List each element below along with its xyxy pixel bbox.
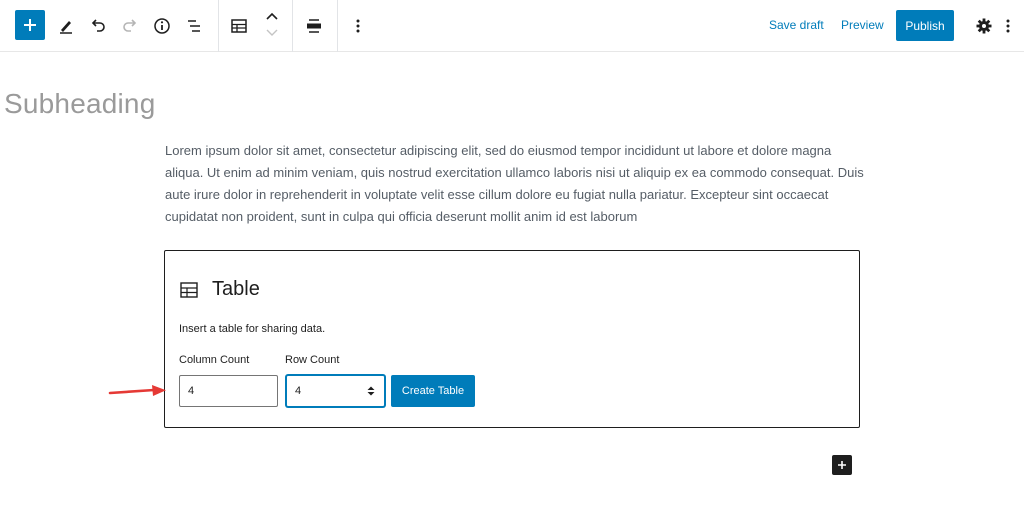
plus-icon bbox=[24, 19, 36, 31]
list-view-button[interactable] bbox=[178, 10, 210, 42]
toolbar-divider bbox=[218, 0, 219, 52]
preview-button[interactable]: Preview bbox=[841, 18, 884, 32]
block-title-row: Table bbox=[179, 278, 260, 301]
block-title: Table bbox=[212, 278, 260, 300]
row-count-label: Row Count bbox=[285, 354, 340, 366]
info-button[interactable] bbox=[146, 10, 178, 42]
undo-icon bbox=[91, 19, 105, 32]
align-wide-icon bbox=[307, 19, 321, 33]
pencil-icon bbox=[60, 21, 72, 34]
paragraph-block[interactable]: Lorem ipsum dolor sit amet, consectetur … bbox=[165, 140, 865, 228]
undo-button[interactable] bbox=[82, 10, 114, 42]
more-vertical-icon bbox=[1006, 19, 1010, 33]
column-count-label: Column Count bbox=[179, 354, 250, 366]
list-view-icon bbox=[188, 20, 200, 32]
redo-icon bbox=[123, 19, 137, 32]
block-description: Insert a table for sharing data. bbox=[179, 323, 326, 335]
tools-button[interactable] bbox=[50, 10, 82, 42]
editor-toolbar: Save draft Preview Publish bbox=[0, 0, 1024, 52]
publish-button[interactable]: Publish bbox=[896, 10, 954, 41]
more-options-button[interactable] bbox=[342, 10, 374, 42]
more-vertical-icon bbox=[356, 19, 360, 33]
toolbar-divider bbox=[292, 0, 293, 52]
add-block-button[interactable] bbox=[832, 455, 852, 475]
chevron-up-icon bbox=[266, 12, 278, 20]
row-count-value: 4 bbox=[295, 385, 302, 397]
toolbar-divider bbox=[337, 0, 338, 52]
chevron-down-icon bbox=[266, 29, 278, 36]
save-draft-button[interactable]: Save draft bbox=[769, 18, 824, 32]
move-up-button[interactable] bbox=[256, 6, 288, 26]
move-down-button[interactable] bbox=[256, 24, 288, 42]
block-type-button[interactable] bbox=[223, 10, 255, 42]
row-count-input[interactable]: 4 bbox=[286, 375, 385, 407]
annotation-arrow-icon bbox=[108, 385, 166, 396]
spinner-icon[interactable] bbox=[366, 384, 376, 398]
add-block-button[interactable] bbox=[15, 10, 45, 40]
column-count-input[interactable]: 4 bbox=[179, 375, 278, 407]
table-placeholder-block[interactable]: Table Insert a table for sharing data. C… bbox=[164, 250, 860, 428]
plus-icon bbox=[838, 461, 846, 469]
table-icon bbox=[231, 19, 247, 33]
gear-icon bbox=[976, 18, 992, 34]
redo-button[interactable] bbox=[114, 10, 146, 42]
subheading-block[interactable]: Subheading bbox=[4, 88, 155, 120]
create-table-button[interactable]: Create Table bbox=[391, 375, 475, 407]
editor-options-button[interactable] bbox=[996, 10, 1020, 42]
align-button[interactable] bbox=[298, 10, 330, 42]
info-icon bbox=[154, 18, 170, 34]
table-icon bbox=[180, 281, 198, 298]
